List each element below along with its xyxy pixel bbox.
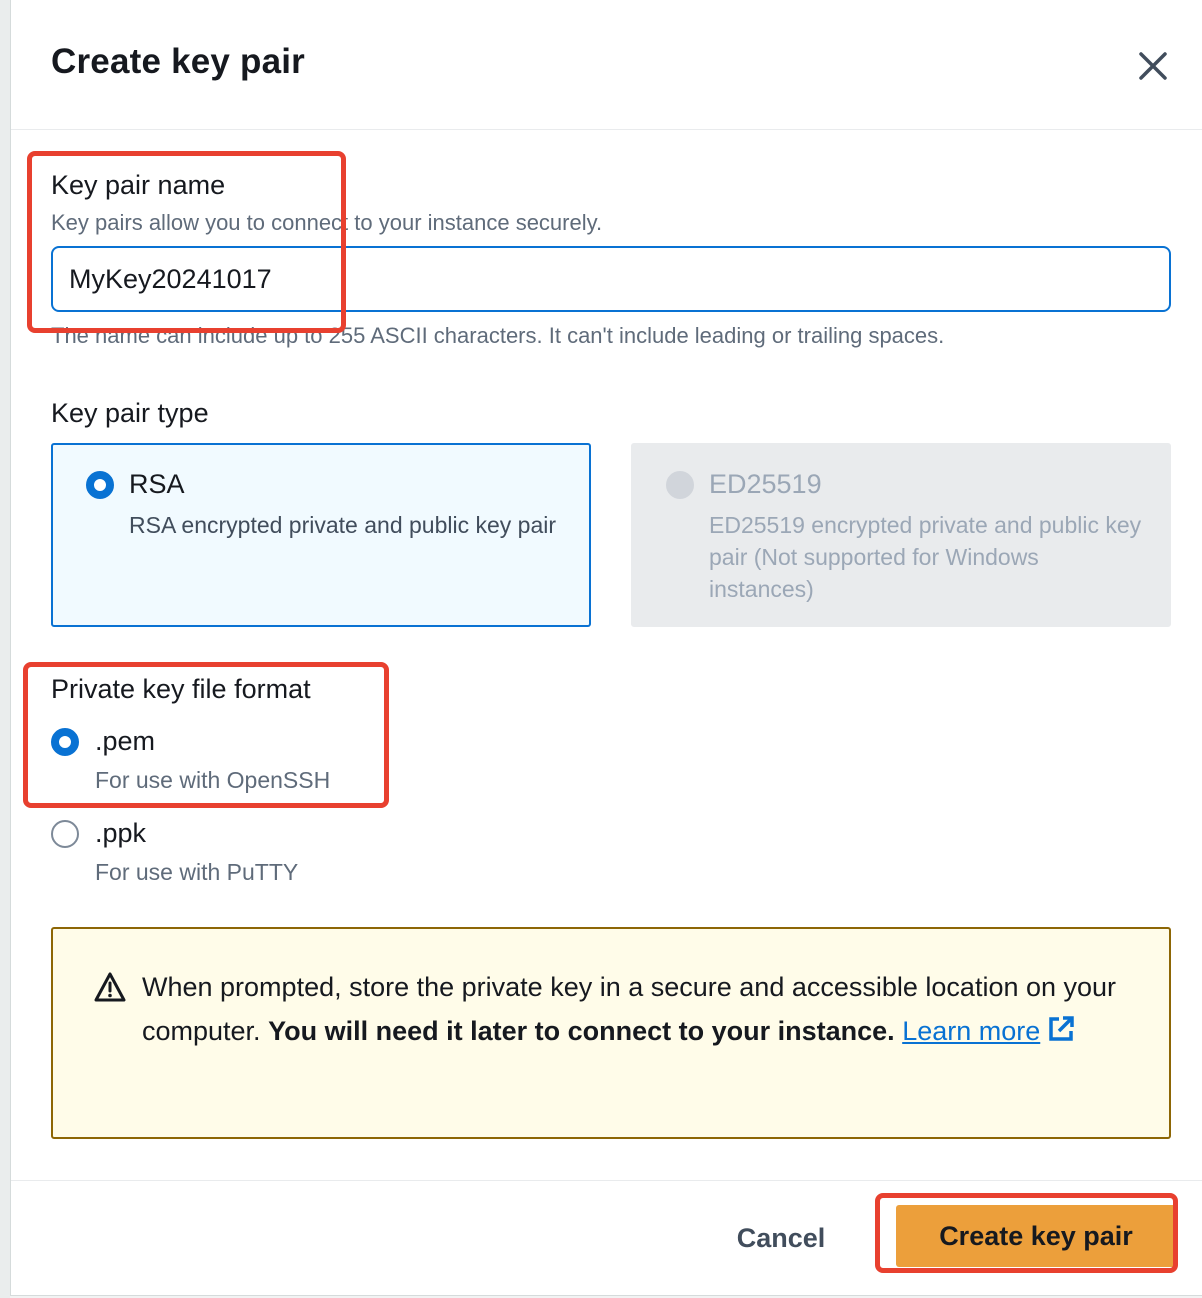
ppk-option-label[interactable]: .ppk [95, 818, 146, 849]
modal-header: Create key pair [11, 0, 1202, 130]
create-key-pair-modal: Create key pair Key pair name Key pairs … [10, 0, 1202, 1296]
ed25519-title: ED25519 [709, 469, 822, 499]
alert-bold-text: You will need it later to connect to you… [268, 1016, 895, 1046]
key-pair-name-constraint: The name can include up to 255 ASCII cha… [51, 323, 945, 348]
rsa-description: RSA encrypted private and public key pai… [129, 512, 557, 538]
warning-alert: When prompted, store the private key in … [51, 927, 1171, 1139]
ppk-radio[interactable] [51, 820, 79, 848]
external-link-icon [1049, 1016, 1075, 1041]
modal-title: Create key pair [51, 42, 305, 81]
cancel-button[interactable]: Cancel [711, 1214, 851, 1262]
key-type-ed25519-tile: ED25519 ED25519 encrypted private and pu… [631, 443, 1171, 627]
warning-icon [94, 972, 126, 1002]
key-pair-name-description: Key pairs allow you to connect to your i… [51, 210, 603, 235]
key-type-rsa-tile[interactable]: RSA RSA encrypted private and public key… [51, 443, 591, 627]
ed25519-radio [666, 471, 694, 499]
key-pair-name-input[interactable] [51, 246, 1171, 312]
close-icon [1139, 52, 1167, 80]
ppk-option-description: For use with PuTTY [95, 859, 299, 885]
ed25519-description: ED25519 encrypted private and public key… [709, 512, 1142, 602]
pem-option-label[interactable]: .pem [95, 726, 155, 757]
close-button[interactable] [1133, 46, 1173, 86]
rsa-title: RSA [129, 469, 185, 499]
private-key-format-label: Private key file format [51, 674, 311, 704]
rsa-radio[interactable] [86, 471, 114, 499]
learn-more-link[interactable]: Learn more [902, 1016, 1076, 1046]
pem-radio[interactable] [51, 728, 79, 756]
alert-message: When prompted, store the private key in … [142, 965, 1122, 1053]
background-page [0, 0, 10, 1298]
key-pair-name-label: Key pair name [51, 170, 226, 200]
pem-option-description: For use with OpenSSH [95, 767, 331, 793]
learn-more-link-text[interactable]: Learn more [902, 1016, 1040, 1046]
create-key-pair-button[interactable]: Create key pair [896, 1205, 1176, 1267]
key-pair-type-label: Key pair type [51, 398, 209, 428]
